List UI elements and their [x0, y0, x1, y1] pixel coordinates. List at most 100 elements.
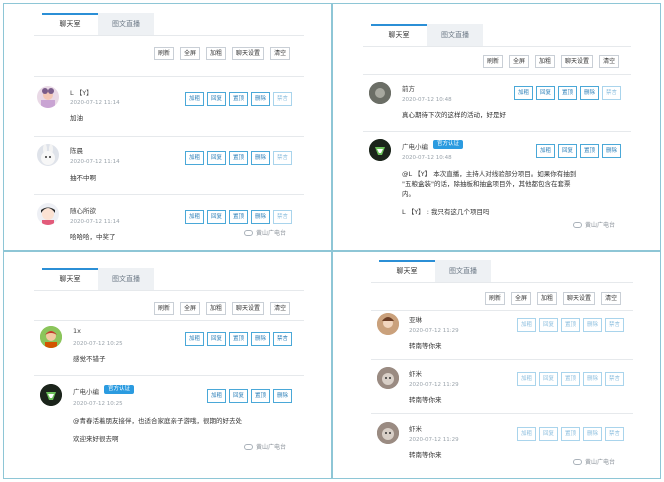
action-reply-button[interactable]: 回复	[539, 372, 558, 386]
message-time: 2020-07-12 11:14	[70, 100, 120, 106]
action-reply-button[interactable]: 回复	[539, 318, 558, 332]
avatar	[40, 384, 62, 406]
action-reply-button[interactable]: 回复	[558, 144, 577, 158]
action-delete-button[interactable]: 删除	[273, 389, 292, 403]
message-text: 加油	[70, 114, 83, 122]
action-pin-button[interactable]: 置顶	[229, 210, 248, 224]
action-delete-button[interactable]: 删除	[251, 210, 270, 224]
watermark-text: 黄山广电台	[585, 459, 616, 466]
action-ban-button[interactable]: 禁言	[273, 92, 292, 106]
action-pin-button[interactable]: 置顶	[580, 144, 599, 158]
action-pin-button[interactable]: 置顶	[561, 318, 580, 332]
action-delete-button[interactable]: 删除	[602, 144, 621, 158]
action-delete-button[interactable]: 删除	[583, 372, 602, 386]
action-bold-button[interactable]: 加粗	[536, 144, 555, 158]
bold-button[interactable]: 加粗	[537, 292, 558, 305]
tab-live-text[interactable]: 图文直播	[427, 24, 483, 46]
action-ban-button[interactable]: 禁言	[602, 86, 621, 100]
avatar	[369, 82, 391, 104]
fullscreen-button[interactable]: 全屏	[511, 292, 532, 305]
action-reply-button[interactable]: 回复	[536, 86, 555, 100]
message-text: 哈哈哈，中奖了	[70, 233, 116, 241]
toolbar: 刷新 全屏 加粗 聊天设置 清空	[485, 292, 622, 305]
refresh-button[interactable]: 刷新	[483, 55, 504, 68]
message-text: 抽不中啊	[70, 174, 96, 182]
action-ban-button[interactable]: 禁言	[273, 210, 292, 224]
action-delete-button[interactable]: 删除	[580, 86, 599, 100]
clear-button[interactable]: 清空	[601, 292, 622, 305]
action-pin-button[interactable]: 置顶	[229, 92, 248, 106]
action-reply-button[interactable]: 回复	[207, 210, 226, 224]
watermark-text: 黄山广电台	[256, 444, 287, 451]
chat-settings-button[interactable]: 聊天设置	[232, 302, 265, 315]
action-pin-button[interactable]: 置顶	[229, 151, 248, 165]
tab-chat-room[interactable]: 聊天室	[42, 13, 98, 35]
clear-button[interactable]: 清空	[270, 47, 291, 60]
fullscreen-button[interactable]: 全屏	[180, 302, 201, 315]
chat-admin-panel-4: 聊天室 图文直播 刷新 全屏 加粗 聊天设置 清空 亚琳 2020-07-12 …	[332, 251, 661, 479]
watermark: 黄山广电台	[244, 228, 286, 237]
message-text-line-2: "五粮盒装"的话，除抽板和抽盒项目外，其他都包含在套票	[402, 180, 571, 188]
action-bold-button[interactable]: 加粗	[517, 372, 536, 386]
action-bold-button[interactable]: 加粗	[185, 210, 204, 224]
action-delete-button[interactable]: 删除	[251, 92, 270, 106]
avatar	[377, 422, 399, 444]
message-author: 虾米	[409, 370, 422, 378]
action-delete-button[interactable]: 删除	[583, 427, 602, 441]
tab-chat-room[interactable]: 聊天室	[42, 268, 98, 290]
tab-bar: 聊天室 图文直播	[42, 13, 154, 35]
action-pin-button[interactable]: 置顶	[561, 372, 580, 386]
action-pin-button[interactable]: 置顶	[251, 389, 270, 403]
action-bold-button[interactable]: 加粗	[207, 389, 226, 403]
action-reply-button[interactable]: 回复	[207, 332, 226, 346]
tab-chat-room[interactable]: 聊天室	[379, 260, 435, 282]
chat-settings-button[interactable]: 聊天设置	[561, 55, 594, 68]
clear-button[interactable]: 清空	[599, 55, 620, 68]
bold-button[interactable]: 加粗	[206, 302, 227, 315]
chat-settings-button[interactable]: 聊天设置	[563, 292, 596, 305]
message-author: 随心所欲	[70, 207, 96, 215]
clear-button[interactable]: 清空	[270, 302, 291, 315]
message-author: 虾米	[409, 425, 422, 433]
action-reply-button[interactable]: 回复	[229, 389, 248, 403]
divider	[34, 194, 304, 195]
action-ban-button[interactable]: 禁言	[273, 332, 292, 346]
bold-button[interactable]: 加粗	[535, 55, 556, 68]
action-reply-button[interactable]: 回复	[539, 427, 558, 441]
action-reply-button[interactable]: 回复	[207, 92, 226, 106]
action-delete-button[interactable]: 删除	[251, 151, 270, 165]
refresh-button[interactable]: 刷新	[154, 302, 175, 315]
toolbar: 刷新 全屏 加粗 聊天设置 清空	[154, 302, 291, 315]
tab-chat-room[interactable]: 聊天室	[371, 24, 427, 46]
action-pin-button[interactable]: 置顶	[558, 86, 577, 100]
fullscreen-button[interactable]: 全屏	[509, 55, 530, 68]
action-delete-button[interactable]: 删除	[583, 318, 602, 332]
action-ban-button[interactable]: 禁言	[605, 318, 624, 332]
wechat-icon	[244, 443, 253, 450]
action-ban-button[interactable]: 禁言	[605, 372, 624, 386]
tab-live-text[interactable]: 图文直播	[98, 13, 154, 35]
message-text-line-3: 内。	[402, 190, 415, 198]
screenshot-collage: 聊天室 图文直播 刷新 全屏 加粗 聊天设置 清空 L 【Y】 2020-07-…	[0, 0, 664, 482]
chat-settings-button[interactable]: 聊天设置	[232, 47, 265, 60]
action-bold-button[interactable]: 加粗	[514, 86, 533, 100]
action-bold-button[interactable]: 加粗	[517, 427, 536, 441]
action-bold-button[interactable]: 加粗	[185, 92, 204, 106]
refresh-button[interactable]: 刷新	[485, 292, 506, 305]
action-bold-button[interactable]: 加粗	[185, 332, 204, 346]
chat-admin-panel-2: 聊天室 图文直播 刷新 全屏 加粗 聊天设置 清空 前方 2020-07-12 …	[332, 3, 661, 251]
refresh-button[interactable]: 刷新	[154, 47, 175, 60]
action-bold-button[interactable]: 加粗	[517, 318, 536, 332]
tab-live-text[interactable]: 图文直播	[98, 268, 154, 290]
bold-button[interactable]: 加粗	[206, 47, 227, 60]
action-ban-button[interactable]: 禁言	[605, 427, 624, 441]
action-delete-button[interactable]: 删除	[251, 332, 270, 346]
tab-live-text[interactable]: 图文直播	[435, 260, 491, 282]
fullscreen-button[interactable]: 全屏	[180, 47, 201, 60]
action-ban-button[interactable]: 禁言	[273, 151, 292, 165]
watermark-text: 黄山广电台	[256, 230, 287, 237]
action-pin-button[interactable]: 置顶	[229, 332, 248, 346]
action-reply-button[interactable]: 回复	[207, 151, 226, 165]
action-bold-button[interactable]: 加粗	[185, 151, 204, 165]
action-pin-button[interactable]: 置顶	[561, 427, 580, 441]
